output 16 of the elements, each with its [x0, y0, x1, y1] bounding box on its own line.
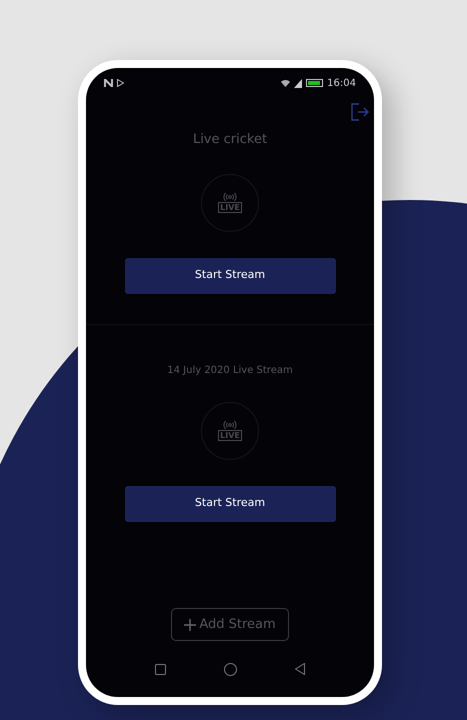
home-icon[interactable]: [224, 662, 237, 676]
start-stream-button[interactable]: Start Stream: [124, 486, 336, 522]
status-time: 16:04: [327, 76, 356, 90]
battery-icon: [306, 79, 324, 87]
stream-title: Live cricket: [192, 131, 268, 149]
recent-apps-icon[interactable]: [155, 664, 166, 674]
signal-icon: [294, 78, 302, 88]
live-icon: LIVE: [201, 402, 259, 460]
stream-title: 14 July 2020 Live Stream: [167, 364, 293, 378]
start-stream-button[interactable]: Start Stream: [124, 258, 336, 294]
live-icon: LIVE: [201, 174, 259, 232]
back-icon[interactable]: [295, 663, 305, 675]
play-icon: [117, 79, 124, 87]
plus-icon: [184, 618, 196, 630]
notification-icon: [104, 79, 113, 87]
wifi-icon: [281, 79, 290, 87]
